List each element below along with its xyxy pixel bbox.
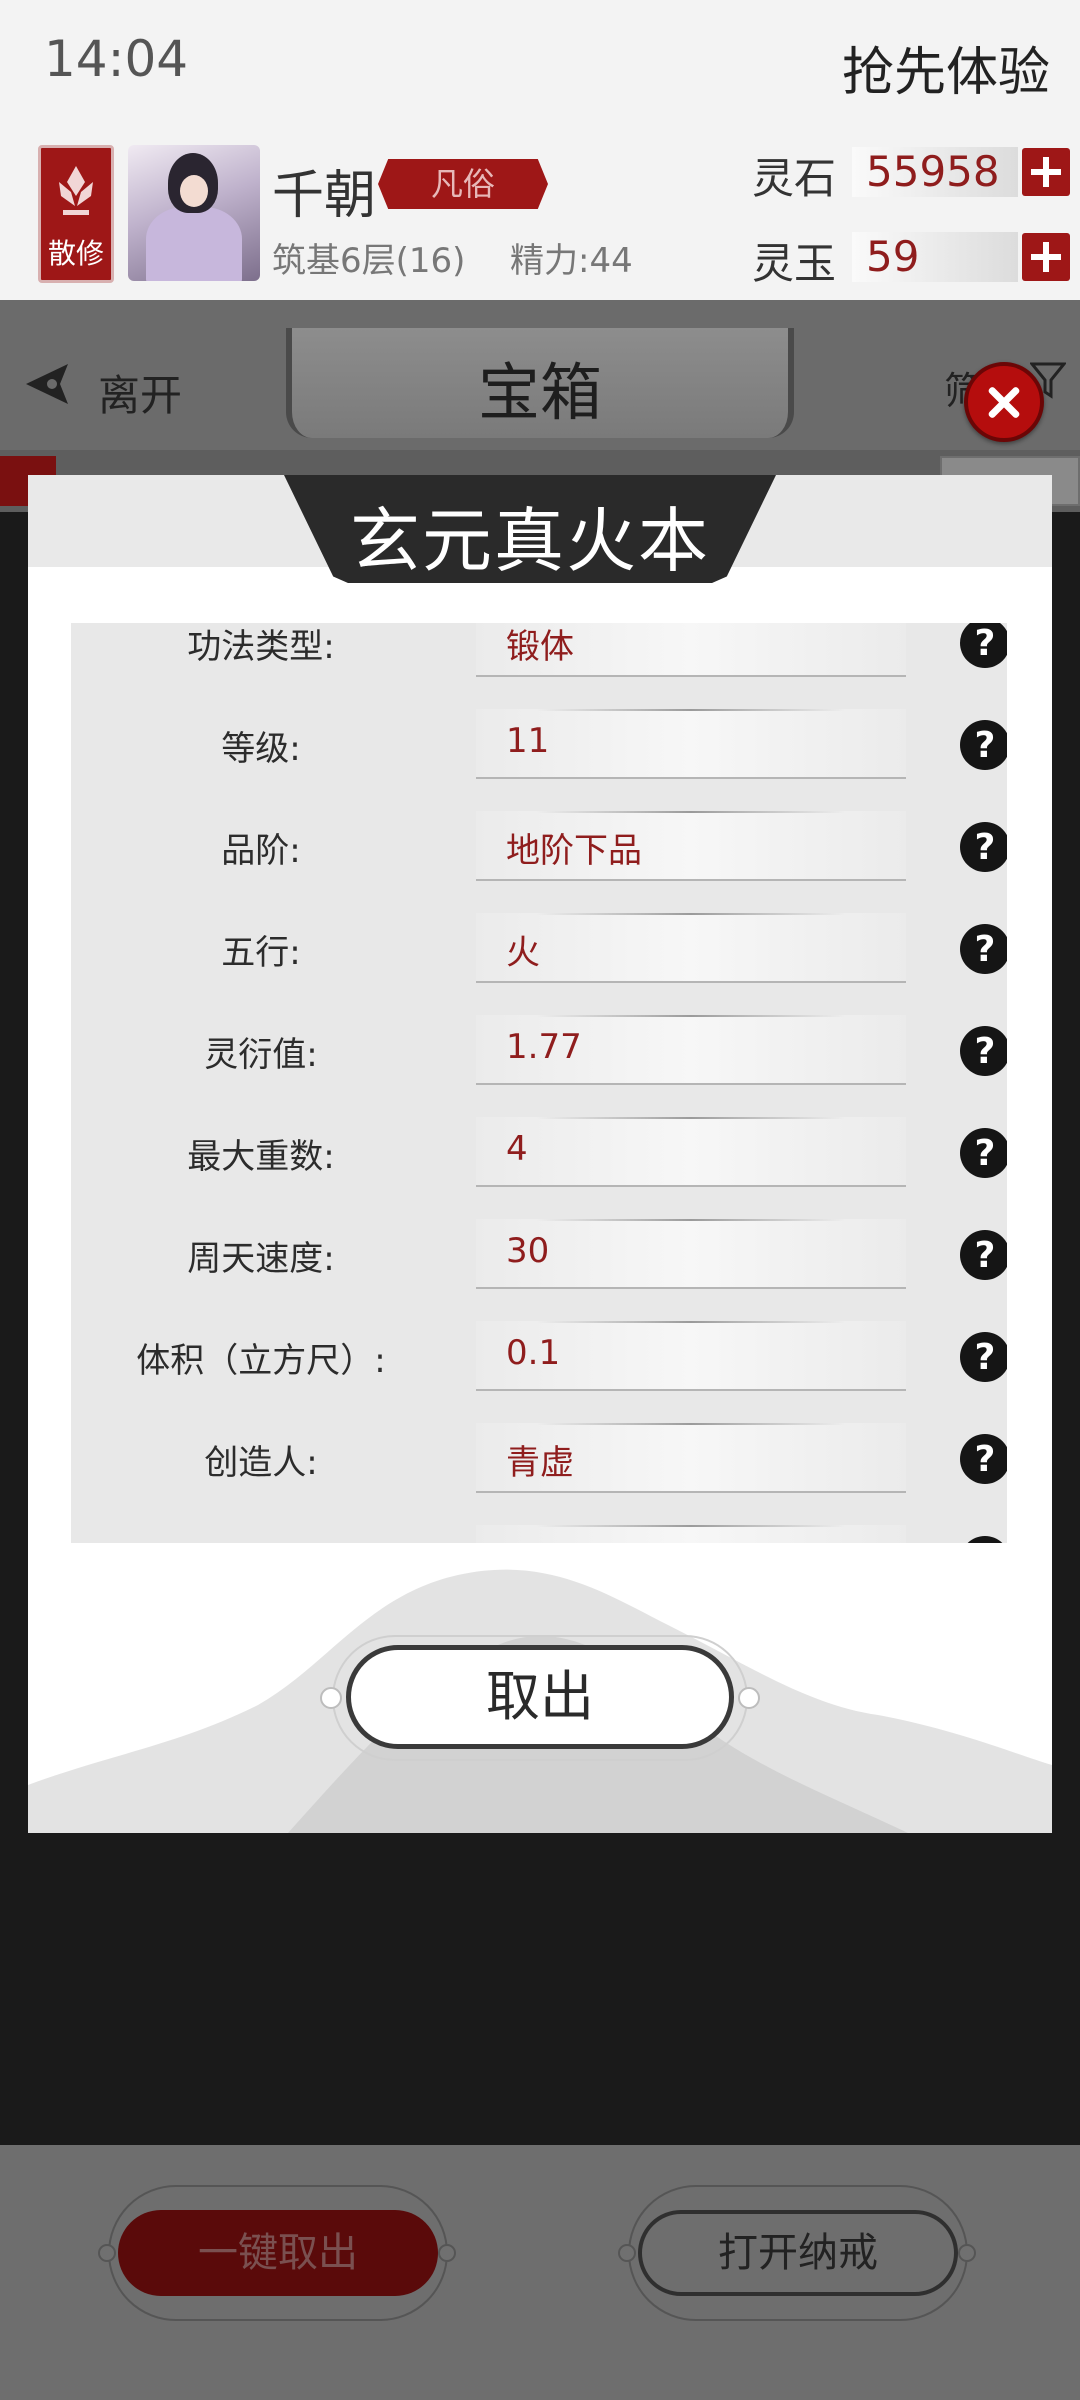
property-value-box: 30: [476, 1219, 906, 1289]
svg-text:?: ?: [975, 623, 996, 664]
frame-dot: [958, 2244, 976, 2262]
frame-dot: [738, 1687, 760, 1709]
svg-text:?: ?: [975, 1439, 996, 1480]
rank-badge: 凡俗: [378, 159, 548, 209]
take-all-button[interactable]: 一键取出: [118, 2210, 438, 2296]
status-time: 14:04: [44, 30, 189, 88]
help-icon[interactable]: ?: [957, 819, 1007, 875]
property-label: 灵衍值:: [204, 1035, 318, 1075]
spirit-stone-value: 55958: [852, 147, 1018, 197]
property-row: 品阶: 地阶下品 ?: [71, 811, 1007, 881]
help-icon[interactable]: [957, 1533, 1007, 1543]
frame-dot: [98, 2244, 116, 2262]
property-value-box: 11: [476, 709, 906, 779]
page-title: 宝箱: [477, 356, 602, 429]
close-dialog-button[interactable]: [964, 362, 1044, 442]
nav-bar: 离开 宝箱 筛: [0, 300, 1080, 450]
spirit-jade-label: 灵玉: [752, 239, 837, 288]
sect-label: 散修: [47, 237, 104, 270]
property-row: 功法类型: 锻体 ?: [71, 623, 1007, 677]
property-value: 30: [506, 1231, 550, 1271]
help-icon[interactable]: ?: [957, 1431, 1007, 1487]
property-label: 周天速度:: [187, 1239, 335, 1279]
property-value-box: 青虚: [476, 1423, 906, 1493]
player-name: 千朝: [272, 166, 377, 226]
property-row: 体积（立方尺）: 0.1 ?: [71, 1321, 1007, 1391]
property-label: 创造人:: [204, 1443, 318, 1483]
cultivation-realm: 筑基6层(16): [272, 241, 466, 281]
property-row: 周天速度: 30 ?: [71, 1219, 1007, 1289]
property-row-partial: [71, 1525, 1007, 1543]
help-icon[interactable]: ?: [957, 1227, 1007, 1283]
player-info-bar: 散修 千朝 凡俗 筑基6层(16) 精力:44 灵石 55958 灵玉 59: [0, 125, 1080, 300]
item-detail-dialog: 玄元真火本 功法类型: 锻体 ? 等级: 11 ? 品阶: 地阶下品 ? 五行:…: [28, 475, 1052, 1833]
dialog-title: 玄元真火本: [350, 500, 710, 582]
add-spirit-stone-button[interactable]: [1022, 148, 1070, 196]
svg-text:?: ?: [975, 1031, 996, 1072]
help-icon[interactable]: ?: [957, 921, 1007, 977]
early-access-label[interactable]: 抢先体验: [842, 30, 1050, 105]
spirit-jade-value: 59: [852, 232, 1018, 282]
bottom-action-bar: 一键取出 打开纳戒: [0, 2145, 1080, 2400]
help-icon[interactable]: ?: [957, 717, 1007, 773]
property-row: 五行: 火 ?: [71, 913, 1007, 983]
take-out-button[interactable]: 取出: [346, 1645, 734, 1749]
open-storage-ring-button[interactable]: 打开纳戒: [638, 2210, 958, 2296]
property-label: 品阶:: [221, 831, 301, 871]
property-value-box: 地阶下品: [476, 811, 906, 881]
property-value-box: 1.77: [476, 1015, 906, 1085]
svg-text:?: ?: [975, 827, 996, 868]
avatar[interactable]: [128, 145, 260, 281]
property-value: 11: [506, 721, 550, 761]
property-label: 功法类型:: [187, 627, 335, 667]
property-label: 等级:: [221, 729, 301, 769]
status-bar: 14:04 抢先体验: [0, 0, 1080, 125]
property-value-box: 4: [476, 1117, 906, 1187]
frame-dot: [438, 2244, 456, 2262]
property-value-box: 锻体: [476, 623, 906, 677]
lotus-icon: [59, 166, 93, 215]
help-icon[interactable]: ?: [957, 1329, 1007, 1385]
energy-value: 精力:44: [510, 241, 633, 281]
help-icon[interactable]: ?: [957, 1125, 1007, 1181]
property-row: 等级: 11 ?: [71, 709, 1007, 779]
property-value: 火: [506, 933, 540, 973]
leave-button[interactable]: 离开: [98, 362, 182, 423]
svg-text:?: ?: [975, 929, 996, 970]
spirit-stone-label: 灵石: [752, 154, 837, 203]
property-row: 灵衍值: 1.77 ?: [71, 1015, 1007, 1085]
property-value: 4: [506, 1129, 528, 1169]
frame-dot: [320, 1687, 342, 1709]
svg-text:?: ?: [975, 1337, 996, 1378]
back-arrow-icon[interactable]: [22, 358, 74, 410]
property-value: 0.1: [506, 1333, 561, 1373]
property-value-box: 0.1: [476, 1321, 906, 1391]
property-label: 五行:: [221, 933, 301, 973]
property-value: 锻体: [506, 627, 574, 667]
property-label: 最大重数:: [187, 1137, 335, 1177]
property-value-box: 火: [476, 913, 906, 983]
property-value-box: [476, 1525, 906, 1543]
property-row: 最大重数: 4 ?: [71, 1117, 1007, 1187]
sect-badge[interactable]: 散修: [38, 145, 114, 283]
help-icon[interactable]: ?: [957, 623, 1007, 671]
property-value: 地阶下品: [506, 831, 642, 871]
property-label: 体积（立方尺）:: [136, 1341, 386, 1381]
help-icon[interactable]: ?: [957, 1023, 1007, 1079]
svg-text:?: ?: [975, 1235, 996, 1276]
svg-text:?: ?: [975, 725, 996, 766]
frame-dot: [618, 2244, 636, 2262]
property-value: 1.77: [506, 1027, 582, 1067]
svg-text:?: ?: [975, 1133, 996, 1174]
property-row: 创造人: 青虚 ?: [71, 1423, 1007, 1493]
property-value: 青虚: [506, 1443, 574, 1483]
properties-list[interactable]: 功法类型: 锻体 ? 等级: 11 ? 品阶: 地阶下品 ? 五行: 火 ? 灵…: [71, 623, 1007, 1543]
add-spirit-jade-button[interactable]: [1022, 233, 1070, 281]
